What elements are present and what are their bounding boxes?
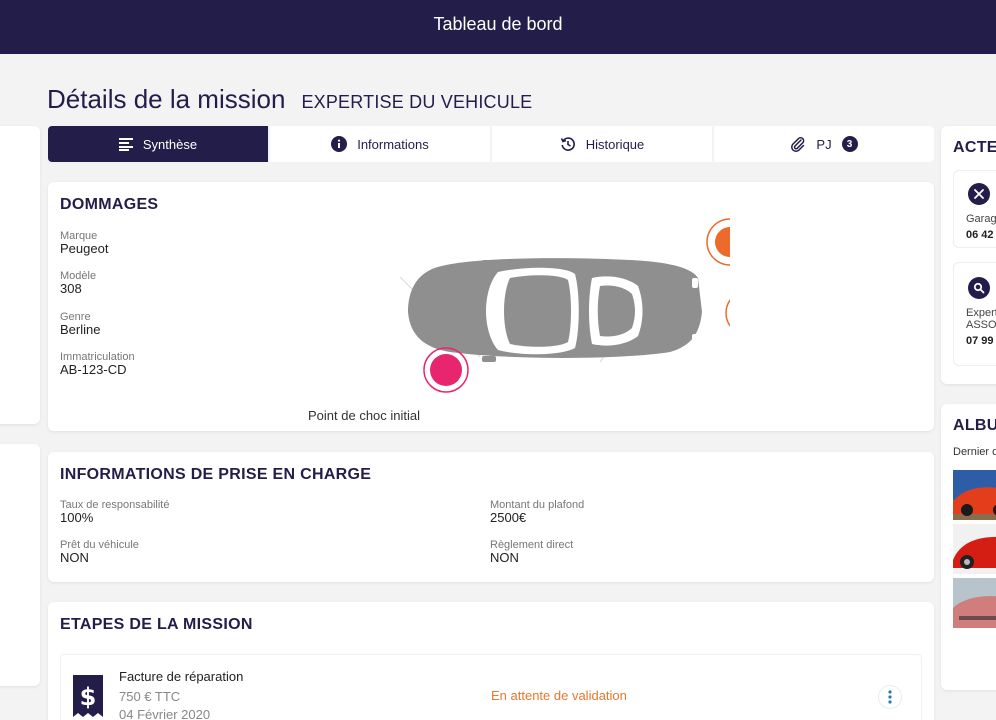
dollar-icon: $ (73, 675, 103, 720)
field-value: NON (60, 550, 89, 565)
etapes-card: ETAPES DE LA MISSION $ Facture de répara… (48, 602, 934, 720)
album-photo[interactable] (953, 578, 996, 628)
tab-synthese[interactable]: Synthèse (48, 126, 268, 162)
actor-role: Expert (966, 307, 996, 319)
car-top-view (408, 258, 702, 362)
album-photo[interactable] (953, 524, 996, 574)
album-title: ALBU (953, 417, 996, 434)
page-heading: Détails de la mission EXPERTISE DU VEHIC… (47, 84, 532, 115)
paperclip-icon (791, 136, 805, 152)
tab-informations[interactable]: Informations (270, 126, 490, 162)
top-bar: Tableau de bord (0, 0, 996, 54)
field-marque: Marque Peugeot (60, 230, 108, 256)
left-panel-card-2 (0, 444, 40, 686)
tab-bar: Synthèse Informations Historique PJ 3 (48, 126, 934, 162)
album-subtitle: Dernier d (953, 446, 996, 458)
search-icon (968, 277, 990, 299)
actor-role: Garag (966, 213, 996, 225)
dommages-card: DOMMAGES Marque Peugeot Modèle 308 Genre… (48, 182, 934, 431)
list-icon (118, 137, 133, 151)
etape-row[interactable]: $ Facture de réparation 750 € TTC 04 Fév… (60, 654, 922, 720)
page-title: Détails de la mission (47, 84, 286, 114)
tools-icon (968, 183, 990, 205)
more-vertical-icon (888, 690, 892, 704)
tab-historique-label: Historique (585, 136, 645, 152)
impact-marker-rear-top[interactable] (706, 218, 730, 266)
field-immatriculation: Immatriculation AB-123-CD (60, 351, 135, 377)
actor-card-garage[interactable]: Garag 06 42 (953, 170, 996, 248)
album-photo[interactable] (953, 470, 996, 520)
etape-status: En attente de validation (491, 688, 627, 703)
field-value: 308 (60, 281, 82, 296)
page-subtitle: EXPERTISE DU VEHICULE (301, 92, 533, 112)
etape-date: 04 Février 2020 (119, 707, 211, 720)
left-panel-card (0, 126, 40, 424)
field-reglement-direct: Règlement direct NON (490, 539, 573, 565)
svg-text:$: $ (80, 683, 97, 711)
impact-marker-rear[interactable] (725, 291, 730, 335)
app-title: Tableau de bord (433, 14, 563, 34)
history-icon (560, 137, 575, 151)
prise-en-charge-card: INFORMATIONS DE PRISE EN CHARGE Taux de … (48, 452, 934, 582)
dommages-title: DOMMAGES (60, 196, 159, 213)
info-icon (331, 136, 348, 152)
actor-phone: 06 42 (966, 229, 994, 241)
tab-informations-label: Informations (357, 136, 429, 152)
tab-synthese-label: Synthèse (142, 136, 198, 152)
field-taux-responsabilite: Taux de responsabilité 100% (60, 499, 169, 525)
etape-amount: 750 € TTC (119, 689, 181, 704)
field-value: 100% (60, 510, 94, 525)
field-modele: Modèle 308 (60, 270, 96, 296)
field-value: NON (490, 550, 519, 565)
etape-name: Facture de réparation (119, 669, 244, 684)
actor-phone: 07 99 (966, 335, 994, 347)
pj-count-badge: 3 (841, 136, 858, 152)
tab-pj[interactable]: PJ 3 (714, 126, 934, 162)
field-value: AB-123-CD (60, 362, 127, 377)
etapes-title: ETAPES DE LA MISSION (60, 616, 253, 633)
album-card: ALBU Dernier d (941, 404, 996, 690)
field-genre: Genre Berline (60, 311, 100, 337)
tab-historique[interactable]: Historique (492, 126, 712, 162)
impact-caption: Point de choc initial (308, 408, 421, 423)
prise-en-charge-title: INFORMATIONS DE PRISE EN CHARGE (60, 466, 372, 483)
impact-marker-front-left[interactable] (423, 347, 469, 393)
actor-card-expert[interactable]: Expert ASSO 07 99 (953, 262, 996, 366)
field-value: Berline (60, 322, 101, 337)
field-value: Peugeot (60, 241, 109, 256)
acteurs-card: ACTE Garag 06 42 Expert ASSO 07 99 (941, 126, 996, 384)
field-montant-plafond: Montant du plafond 2500€ (490, 499, 584, 525)
tab-pj-label: PJ (816, 136, 832, 152)
car-damage-diagram (399, 218, 730, 393)
field-value: 2500€ (490, 510, 527, 525)
actor-role-org: ASSO (966, 319, 996, 331)
more-options-button[interactable] (878, 685, 902, 709)
field-pret-vehicule: Prêt du véhicule NON (60, 539, 139, 565)
acteurs-title: ACTE (953, 139, 996, 156)
